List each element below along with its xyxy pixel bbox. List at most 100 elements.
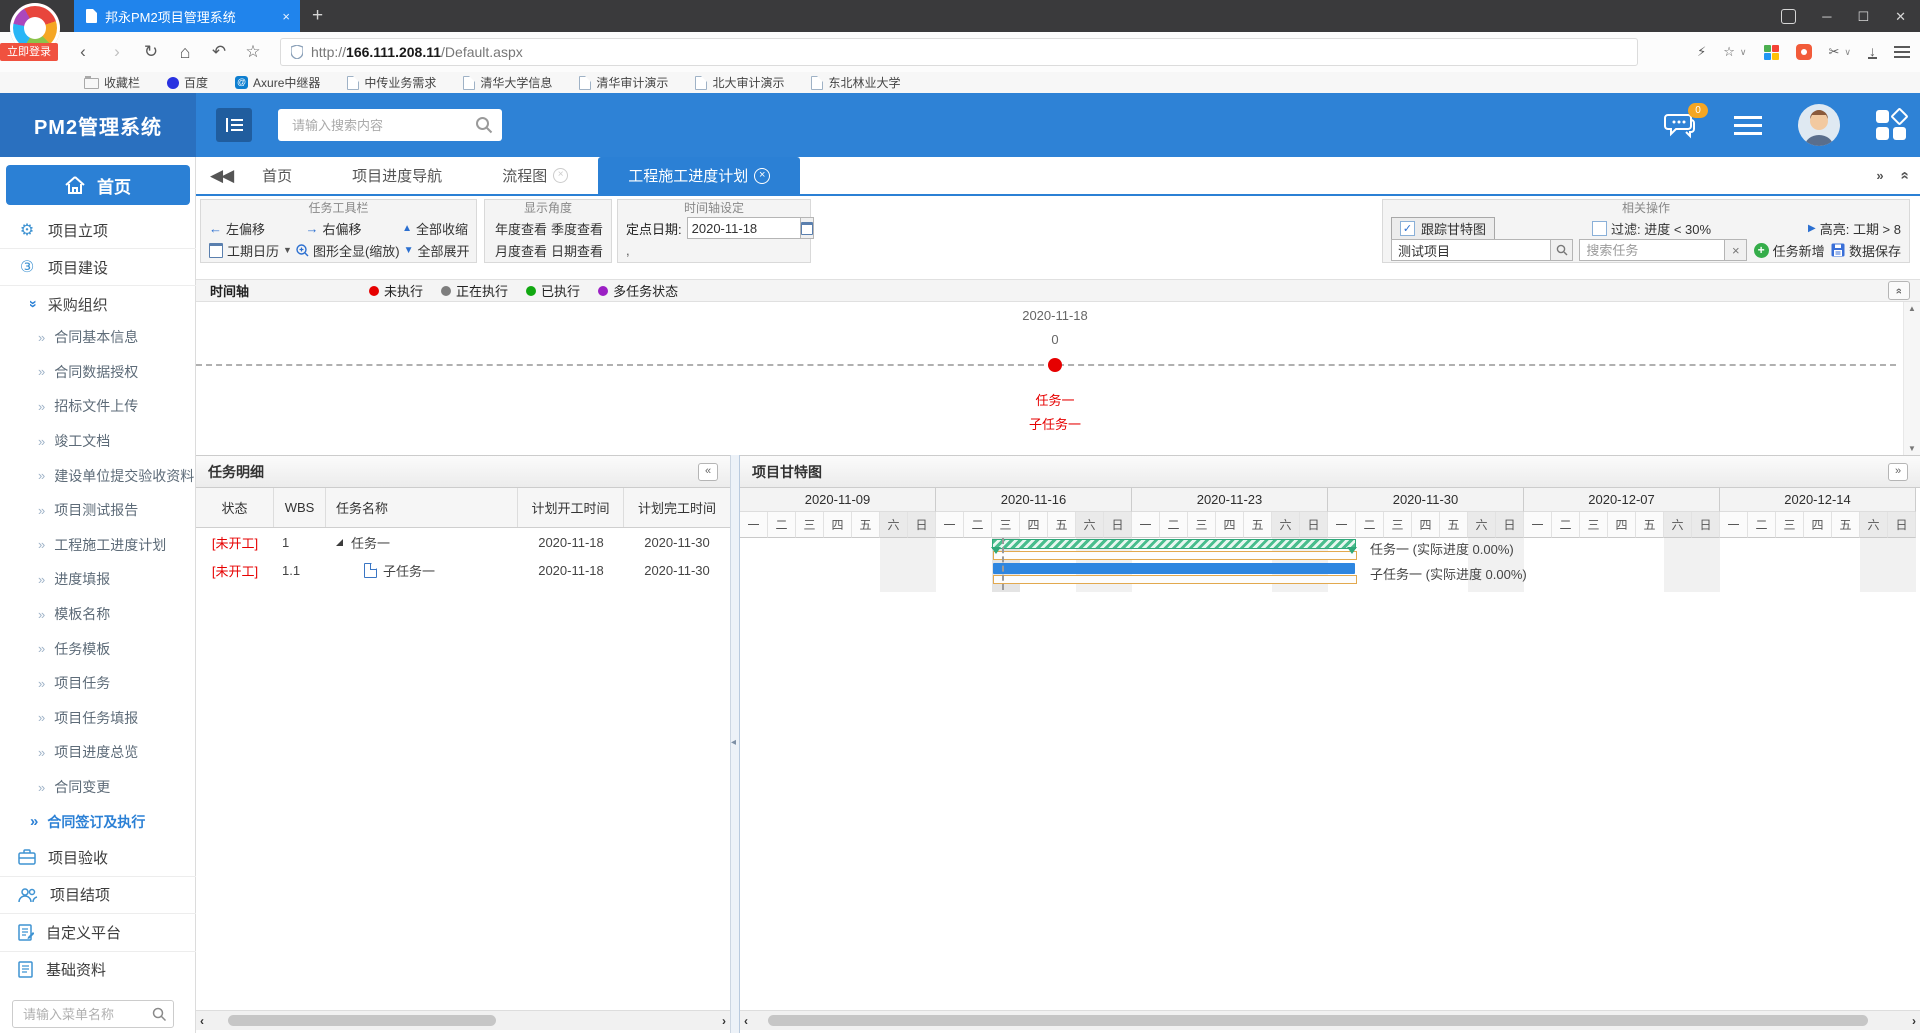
panel-collapse-left-button[interactable]: « [698,463,718,481]
sidebar-subitem[interactable]: » 项目进度总览 [0,735,196,770]
fit-graph-button[interactable]: 图形全显(缩放) [296,241,400,260]
scroll-left-icon[interactable]: ‹ [200,1014,204,1028]
sidebar-subitem[interactable]: » 项目任务 [0,666,196,701]
task-search[interactable]: × [1579,239,1747,261]
undo-icon[interactable]: ↶ [206,32,232,72]
sidebar-subitem[interactable]: » 项目任务填报 [0,701,196,736]
browser-tab[interactable]: 邦永PM2项目管理系统 × [74,0,300,32]
checkbox-checked-icon[interactable]: ✓ [1400,221,1415,236]
bookmark-star-icon[interactable]: ☆ [240,32,266,72]
scroll-right-icon[interactable]: › [722,1014,726,1028]
bookmark-item[interactable]: 中传业务需求 [347,74,436,91]
scroll-right-icon[interactable]: › [1912,1014,1916,1028]
bookmark-item[interactable]: 北大审计演示 [695,74,784,91]
menu-search[interactable] [12,1000,174,1028]
bookmark-item[interactable]: 收藏栏 [84,74,140,91]
sidebar-subitem[interactable]: » 模板名称 [0,597,196,632]
sidebar-item-project-closing[interactable]: 项目结项 [0,876,196,914]
extensions-grid-icon[interactable] [1764,45,1779,60]
sidebar-subitem[interactable]: » 建设单位提交验收资料 [0,458,196,493]
screenshot-scissors-icon[interactable]: ✂ [1829,44,1840,60]
sidebar-subitem[interactable]: » 竣工文档 [0,424,196,459]
home-icon[interactable]: ⌂ [172,32,198,72]
sidebar-item-home[interactable]: 首页 [6,165,190,205]
year-view-button[interactable]: 年度查看 [495,219,547,238]
shift-left-button[interactable]: ←左偏移 [209,219,265,238]
tab-close-icon[interactable]: × [553,168,568,183]
schedule-calendar-button[interactable]: 工期日历▼ [209,241,292,260]
bookmark-item[interactable]: Axure中继器 [235,74,320,91]
panel-splitter[interactable]: ◂ [730,455,740,1033]
highlight-duration-button[interactable]: ▶ 高亮: 工期 > 8 [1808,219,1901,238]
expand-all-button[interactable]: ▼全部展开 [404,241,470,260]
day-view-button[interactable]: 日期查看 [551,241,603,260]
sidebar-item-base-data[interactable]: 基础资料 [0,951,196,989]
news-icon[interactable] [1796,44,1812,60]
panel-collapse-right-button[interactable]: » [1888,463,1908,481]
maximize-icon[interactable]: ☐ [1857,10,1869,23]
scrollbar-thumb[interactable] [228,1015,496,1026]
tab-flowchart[interactable]: 流程图× [472,157,598,194]
flash-icon[interactable]: ⚡ [1697,44,1706,60]
bookmark-item[interactable]: 百度 [167,74,208,91]
forward-icon[interactable]: › [104,32,130,72]
project-filter[interactable] [1391,239,1573,261]
gantt-hscrollbar[interactable]: ‹ › [740,1010,1920,1030]
theme-icon[interactable] [1781,9,1796,24]
collapse-up-icon[interactable]: » [1895,171,1912,179]
sidebar-subitem[interactable]: » 工程施工进度计划 [0,528,196,563]
collapse-all-button[interactable]: ▲全部收缩 [402,219,468,238]
quarter-view-button[interactable]: 季度查看 [551,219,603,238]
login-badge[interactable]: 立即登录 [0,43,58,61]
track-gantt-toggle[interactable]: ✓ 跟踪甘特图 [1391,217,1495,240]
sidebar-item-custom-platform[interactable]: 自定义平台 [0,913,196,951]
scrollbar-thumb[interactable] [768,1015,1868,1026]
month-view-button[interactable]: 月度查看 [495,241,547,260]
scroll-up-icon[interactable]: ▲ [1908,304,1916,313]
avatar[interactable] [1798,104,1840,146]
search-icon[interactable] [1551,239,1573,261]
gantt-summary-bar[interactable] [992,539,1356,549]
apps-grid-icon[interactable] [1876,110,1906,140]
project-filter-input[interactable] [1391,239,1551,261]
tab-close-icon[interactable]: × [282,9,290,24]
sidebar-subitem[interactable]: » 招标文件上传 [0,389,196,424]
sidebar-subitem[interactable]: » 合同变更 [0,770,196,805]
timeline-vertical-scrollbar[interactable]: ▲ ▼ [1903,302,1920,455]
scroll-down-icon[interactable]: ▼ [1908,444,1916,453]
sidebar-subitem[interactable]: » 合同数据授权 [0,355,196,390]
sidebar-subitem[interactable]: » 合同基本信息 [0,320,196,355]
table-row[interactable]: [未开工] 1 任务一 2020-11-18 2020-11-30 [196,528,730,556]
timeline-collapse-button[interactable]: » [1888,281,1910,300]
column-header[interactable]: WBS [274,488,326,527]
close-icon[interactable]: ✕ [1895,10,1906,23]
checkbox-unchecked-icon[interactable] [1592,221,1607,236]
bookmark-item[interactable]: 清华大学信息 [463,74,552,91]
column-header[interactable]: 任务名称 [326,488,518,527]
minimize-icon[interactable]: ─ [1822,10,1831,23]
sidebar-subitem[interactable]: » 合同签订及执行 [0,804,196,839]
sidebar-item-project-construction[interactable]: ③ 项目建设 [0,248,196,285]
column-header[interactable]: 计划完工时间 [624,488,730,527]
scroll-left-icon[interactable]: ‹ [744,1014,748,1028]
task-search-input[interactable] [1579,239,1725,261]
tabs-scroll-left-icon[interactable]: ◀◀ [210,166,232,186]
bookmark-item[interactable]: 东北林业大学 [811,74,900,91]
save-data-button[interactable]: 数据保存 [1831,241,1901,260]
date-picker-button[interactable] [801,217,814,239]
sidebar-subitem[interactable]: » 进度填报 [0,562,196,597]
clear-icon[interactable]: × [1725,239,1747,261]
tab-home[interactable]: 首页 [232,157,322,194]
tab-close-icon[interactable]: × [754,168,770,184]
gantt-task-bar[interactable] [993,563,1355,574]
messages-button[interactable]: 0 [1664,111,1698,139]
global-search[interactable] [278,109,502,141]
caret-down-icon[interactable]: ∨ [1844,47,1851,58]
new-tab-button[interactable]: + [312,2,323,30]
anchor-date-input[interactable] [687,217,801,239]
task-name-cell[interactable]: 任务一 [326,533,518,552]
sidebar-item-project-initiation[interactable]: ⚙ 项目立项 [0,212,196,248]
download-icon[interactable]: ↓ [1868,45,1877,59]
favorite-star-icon[interactable]: ☆ [1723,44,1735,60]
tab-construction-schedule[interactable]: 工程施工进度计划× [598,157,800,194]
